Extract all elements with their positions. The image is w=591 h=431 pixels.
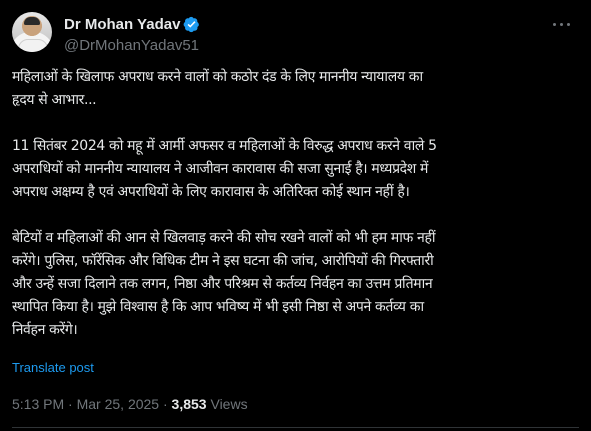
tweet-line: करेंगे। पुलिस, फॉरेंसिक और विधिक टीम ने … [12, 253, 434, 269]
translate-post-link[interactable]: Translate post [12, 360, 94, 375]
divider [12, 427, 579, 428]
tweet-line: बेटियों व महिलाओं की आन से खिलवाड़ करने … [12, 230, 436, 246]
author-display-name[interactable]: Dr Mohan Yadav [64, 16, 180, 33]
views-label: Views [210, 396, 248, 412]
avatar-hair [24, 17, 40, 25]
post-date[interactable]: Mar 25, 2025 [77, 396, 160, 412]
tweet-line: महिलाओं के खिलाफ अपराध करने वालों को कठो… [12, 69, 423, 85]
tweet-line: 11 सितंबर 2024 को महू में आर्मी अफसर व म… [12, 138, 437, 154]
meta-separator: · [162, 396, 168, 412]
tweet-line: हृदय से आभार... [12, 92, 97, 108]
tweet-line: निर्वहन करेंगे। [12, 322, 78, 338]
post-time[interactable]: 5:13 PM [12, 396, 64, 412]
tweet-line: अपराधियों को माननीय न्यायालय ने आजीवन का… [12, 161, 429, 177]
avatar[interactable] [12, 12, 52, 52]
verified-badge-icon [184, 16, 200, 33]
tweet-card: Dr Mohan Yadav @DrMohanYadav51 महिलाओं क… [0, 0, 591, 431]
more-options-icon[interactable] [551, 14, 571, 34]
tweet-text: महिलाओं के खिलाफ अपराध करने वालों को कठो… [12, 66, 579, 342]
avatar-jacket [18, 39, 48, 52]
tweet-line: स्थापित किया है। मुझे विश्वास है कि आप भ… [12, 299, 424, 315]
author-handle[interactable]: @DrMohanYadav51 [64, 37, 200, 54]
meta-separator: · [68, 396, 73, 412]
tweet-line: अपराध अक्षम्य है एवं अपराधियों के लिए का… [12, 184, 410, 200]
tweet-meta: 5:13 PM · Mar 25, 2025 · 3,853 Views [12, 396, 248, 412]
tweet-header: Dr Mohan Yadav @DrMohanYadav51 [12, 10, 579, 56]
author-names: Dr Mohan Yadav @DrMohanYadav51 [64, 14, 200, 54]
views-count: 3,853 [171, 396, 207, 412]
tweet-line: और उन्हें सजा दिलाने तक लगन, निष्ठा और प… [12, 276, 433, 292]
